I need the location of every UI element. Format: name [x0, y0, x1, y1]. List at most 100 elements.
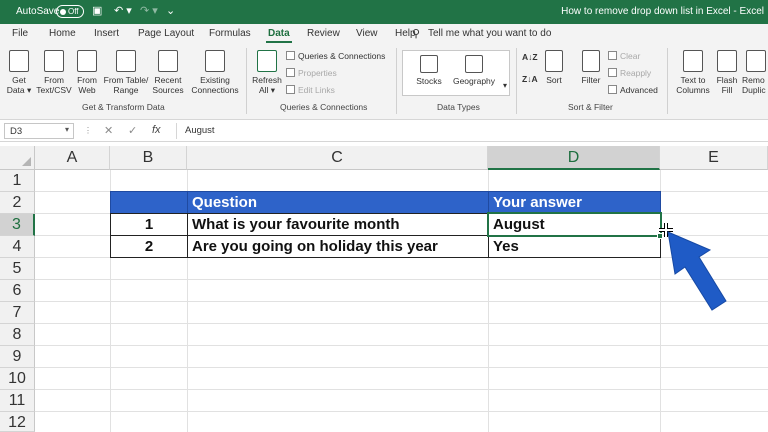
sort-label: Sort	[546, 75, 562, 85]
autosave-toggle[interactable]: Off	[56, 5, 84, 18]
group-get-transform-label: Get & Transform Data	[82, 102, 165, 112]
get-data-button[interactable]: Get Data ▾	[4, 50, 34, 95]
tab-formulas[interactable]: Formulas	[209, 28, 251, 39]
customize-quick-access-icon[interactable]: ⌄	[166, 4, 175, 17]
tab-data[interactable]: Data	[266, 28, 292, 43]
text-to-columns-label: Text to Columns	[676, 75, 710, 95]
connections-file-icon	[205, 50, 225, 72]
annotation-overlay	[659, 223, 727, 311]
sort-az-icon[interactable]: A↓Z	[522, 52, 538, 62]
clear-label: Clear	[620, 51, 641, 61]
lightbulb-icon: ⚲	[412, 28, 421, 40]
flash-fill-button[interactable]: Flash Fill	[714, 50, 740, 95]
text-to-columns-icon	[683, 50, 703, 72]
tab-home[interactable]: Home	[49, 28, 76, 39]
queries-icon	[286, 51, 295, 60]
excel-window: AutoSave Off ▣ ↶ ▾ ↷ ▾ ⌄ How to remove d…	[0, 0, 768, 432]
recent-sources-icon	[158, 50, 178, 72]
from-table-range-label: From Table/ Range	[103, 75, 149, 95]
recent-sources-button[interactable]: Recent Sources	[151, 50, 185, 95]
tab-view[interactable]: View	[356, 28, 378, 39]
reapply-button[interactable]: Reapply	[608, 68, 651, 78]
stocks-button[interactable]: Stocks	[409, 55, 449, 86]
group-sortfilter-label: Sort & Filter	[568, 102, 613, 112]
advanced-button[interactable]: Advanced	[608, 85, 658, 95]
remove-duplicates-label: Remo Duplic	[742, 75, 766, 95]
advanced-filter-icon	[608, 85, 617, 94]
gallery-more-icon[interactable]: ▾	[503, 81, 507, 90]
reapply-label: Reapply	[620, 68, 652, 78]
clear-filter-icon	[608, 51, 617, 60]
insert-function-icon[interactable]: fx	[152, 124, 161, 136]
database-icon	[9, 50, 29, 72]
ribbon-separator	[396, 48, 397, 114]
properties-icon	[286, 68, 295, 77]
tab-review[interactable]: Review	[307, 28, 340, 39]
filter-button[interactable]: Filter	[576, 50, 606, 85]
existing-connections-label: Existing Connections	[191, 75, 239, 95]
ribbon-tabs: File Home Insert Page Layout Formulas Da…	[0, 24, 768, 44]
enter-check-icon[interactable]: ✓	[128, 124, 137, 137]
properties-button[interactable]: Properties	[286, 68, 337, 78]
text-file-icon	[44, 50, 64, 72]
ribbon-separator	[667, 48, 668, 114]
cancel-icon[interactable]: ✕	[104, 124, 113, 137]
from-text-csv-label: From Text/CSV	[36, 75, 72, 95]
from-web-button[interactable]: From Web	[74, 50, 100, 95]
sort-button[interactable]: Sort	[542, 50, 566, 85]
save-icon[interactable]: ▣	[92, 4, 102, 17]
geography-button[interactable]: Geography	[451, 55, 497, 86]
group-datatypes-label: Data Types	[437, 102, 480, 112]
undo-icon[interactable]: ↶ ▾	[114, 4, 132, 17]
queries-connections-label: Queries & Connections	[298, 51, 386, 61]
refresh-all-button[interactable]: Refresh All ▾	[250, 50, 284, 95]
formula-input[interactable]: August	[176, 123, 766, 139]
chevron-down-icon[interactable]: ▾	[65, 125, 69, 134]
tab-page-layout[interactable]: Page Layout	[138, 28, 194, 39]
formula-bar: D3 ▾ ⋮ ✕ ✓ fx August	[0, 120, 768, 142]
ribbon: Get Data ▾ From Text/CSV From Web From T…	[0, 44, 768, 120]
properties-label: Properties	[298, 68, 337, 78]
table-icon	[116, 50, 136, 72]
document-title: How to remove drop down list in Excel - …	[561, 6, 764, 17]
sort-za-icon[interactable]: Z↓A	[522, 74, 538, 84]
from-web-label: From Web	[77, 75, 97, 95]
autosave-label: AutoSave	[16, 6, 60, 17]
tab-insert[interactable]: Insert	[94, 28, 119, 39]
pointer-arrow-icon	[667, 231, 727, 311]
name-box[interactable]: D3 ▾	[4, 123, 74, 139]
title-bar: AutoSave Off ▣ ↶ ▾ ↷ ▾ ⌄ How to remove d…	[0, 0, 768, 24]
filter-label: Filter	[581, 75, 601, 85]
clear-button[interactable]: Clear	[608, 51, 640, 61]
existing-connections-button[interactable]: Existing Connections	[190, 50, 240, 95]
edit-links-button[interactable]: Edit Links	[286, 85, 335, 95]
refresh-all-label: Refresh All	[252, 75, 282, 95]
ribbon-separator	[246, 48, 247, 114]
tell-me-search[interactable]: Tell me what you want to do	[428, 28, 551, 39]
remove-duplicates-icon	[746, 50, 766, 72]
queries-connections-button[interactable]: Queries & Connections	[286, 51, 385, 61]
data-types-gallery: Stocks Geography ▾	[402, 50, 510, 96]
group-queries-label: Queries & Connections	[280, 102, 368, 112]
text-to-columns-button[interactable]: Text to Columns	[672, 50, 714, 95]
ribbon-separator	[516, 48, 517, 114]
more-dots-icon: ⋮	[84, 126, 92, 135]
worksheet-grid: A B C D E 1 2 3 4 5 6 7 8 9 10 11 12 Que…	[0, 146, 768, 432]
name-box-value: D3	[10, 126, 23, 137]
edit-links-label: Edit Links	[298, 85, 335, 95]
stocks-label: Stocks	[416, 76, 442, 86]
redo-icon[interactable]: ↷ ▾	[140, 4, 158, 17]
get-data-label: Get Data	[6, 75, 26, 95]
edit-links-icon	[286, 85, 295, 94]
advanced-label: Advanced	[620, 85, 658, 95]
sort-icon	[545, 50, 563, 72]
map-icon	[465, 55, 483, 73]
from-table-range-button[interactable]: From Table/ Range	[101, 50, 151, 95]
remove-duplicates-button[interactable]: Remo Duplic	[742, 50, 768, 95]
flash-fill-label: Flash Fill	[716, 75, 738, 95]
geography-label: Geography	[452, 76, 496, 86]
flash-fill-icon	[717, 50, 737, 72]
reapply-icon	[608, 68, 617, 77]
tab-file[interactable]: File	[12, 28, 28, 39]
from-text-csv-button[interactable]: From Text/CSV	[35, 50, 73, 95]
